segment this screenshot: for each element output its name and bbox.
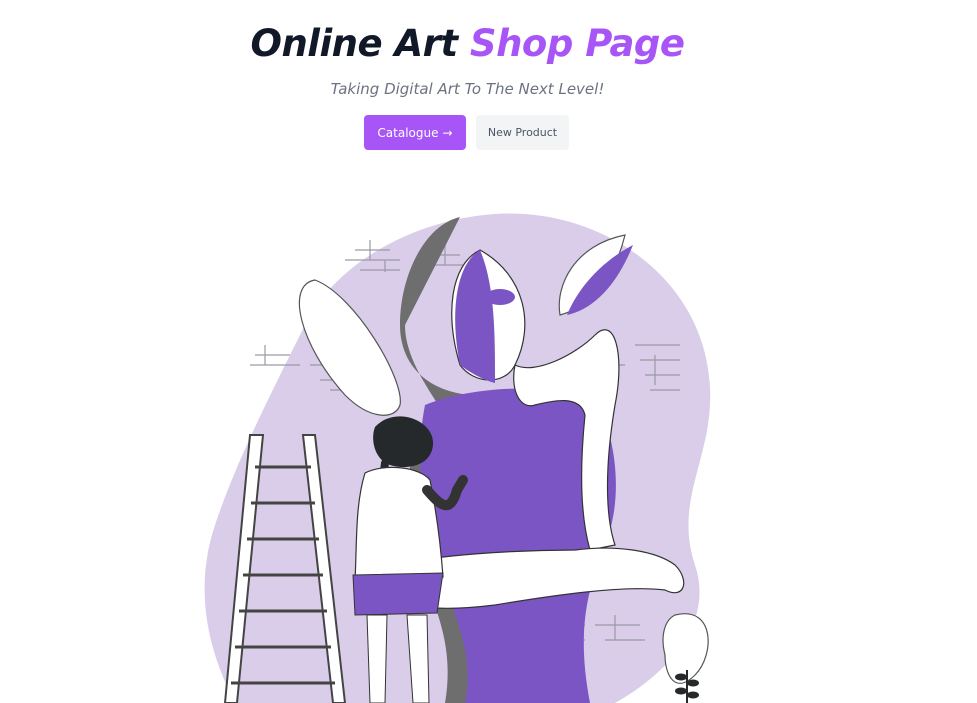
new-product-button[interactable]: New Product (476, 115, 569, 150)
catalogue-button[interactable]: Catalogue → (364, 115, 466, 150)
arrow-right-icon: → (442, 125, 453, 140)
title-part-dark: Online Art (250, 22, 458, 65)
page-title: Online Art Shop Page (0, 18, 935, 70)
page-subtitle: Taking Digital Art To The Next Level! (330, 80, 605, 98)
woman-painting-mural-illustration (204, 213, 711, 703)
catalogue-button-label: Catalogue (377, 125, 439, 140)
painter-shirt (354, 466, 444, 581)
mural-eye (485, 289, 515, 305)
leaf-bottom-right (662, 613, 709, 684)
page: Online Art Shop Page Taking Digital Art … (0, 0, 977, 703)
painter-shorts (352, 572, 444, 616)
new-product-button-label: New Product (487, 126, 558, 139)
title-part-accent: Shop Page (469, 22, 685, 65)
